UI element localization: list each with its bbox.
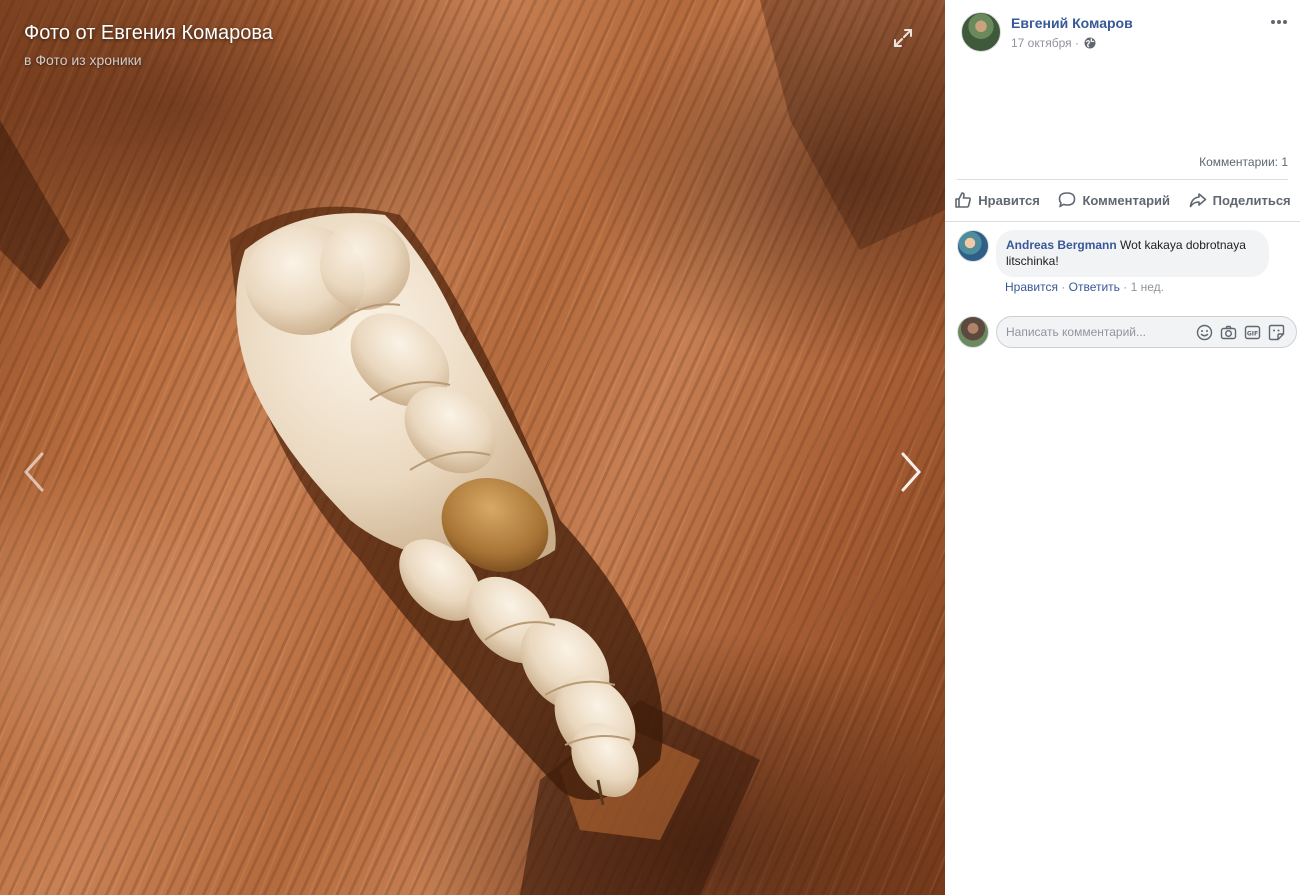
photo-title: Фото от Евгения Комарова — [24, 22, 273, 44]
like-label: Нравится — [978, 192, 1040, 208]
my-avatar — [957, 316, 989, 348]
comment-bubble: Andreas Bergmann Wot kakaya dobrotnaya l… — [996, 230, 1269, 277]
globe-icon — [1084, 37, 1096, 49]
comment-reply-link[interactable]: Ответить — [1069, 280, 1120, 294]
share-label: Поделиться — [1212, 192, 1291, 208]
divider — [957, 179, 1288, 180]
larva — [236, 213, 639, 806]
sticker-icon[interactable] — [1268, 324, 1285, 341]
emoji-icon[interactable] — [1196, 324, 1213, 341]
thumbs-up-icon — [955, 192, 972, 208]
comment-composer: GIF — [945, 308, 1300, 354]
gif-icon[interactable]: GIF — [1244, 324, 1261, 341]
comment-label: Комментарий — [1082, 192, 1171, 208]
comment-meta: Нравится · Ответить · 1 нед. — [1005, 280, 1164, 294]
comment-item: Andreas Bergmann Wot kakaya dobrotnaya l… — [945, 222, 1300, 308]
larva-photo — [0, 0, 945, 895]
comment-time[interactable]: · 1 нед. — [1120, 280, 1164, 294]
share-icon — [1189, 193, 1206, 208]
photo-viewer: Фото от Евгения Комарова в Фото из хрони… — [0, 0, 945, 895]
comments-count[interactable]: Комментарии: 1 — [1199, 155, 1288, 169]
author-avatar[interactable] — [961, 12, 1001, 52]
comment-like-link[interactable]: Нравится — [1005, 280, 1058, 294]
meta-separator: · — [1057, 280, 1069, 294]
camera-icon[interactable] — [1220, 324, 1237, 341]
author-name[interactable]: Евгений Комаров — [1011, 15, 1133, 31]
more-icon[interactable] — [1269, 14, 1289, 30]
post-date-text[interactable]: 17 октября · — [1011, 36, 1079, 50]
expand-icon[interactable] — [892, 27, 914, 49]
chevron-right-icon[interactable] — [895, 450, 925, 494]
post-panel: Евгений Комаров 17 октября · Комментарии… — [945, 0, 1300, 895]
commenter-avatar[interactable] — [957, 230, 989, 262]
composer-icons: GIF — [1196, 324, 1285, 341]
comment-icon — [1059, 192, 1076, 208]
post-date: 17 октября · — [1011, 36, 1096, 50]
svg-text:GIF: GIF — [1247, 331, 1258, 338]
action-bar: Нравится Комментарий Поделиться — [945, 181, 1300, 219]
commenter-name[interactable]: Andreas Bergmann — [1006, 238, 1117, 252]
photo-album-link[interactable]: в Фото из хроники — [24, 52, 142, 68]
comment-button[interactable]: Комментарий — [1054, 187, 1174, 213]
share-button[interactable]: Поделиться — [1185, 187, 1295, 213]
like-button[interactable]: Нравится — [950, 187, 1044, 213]
chevron-left-icon[interactable] — [20, 450, 50, 494]
